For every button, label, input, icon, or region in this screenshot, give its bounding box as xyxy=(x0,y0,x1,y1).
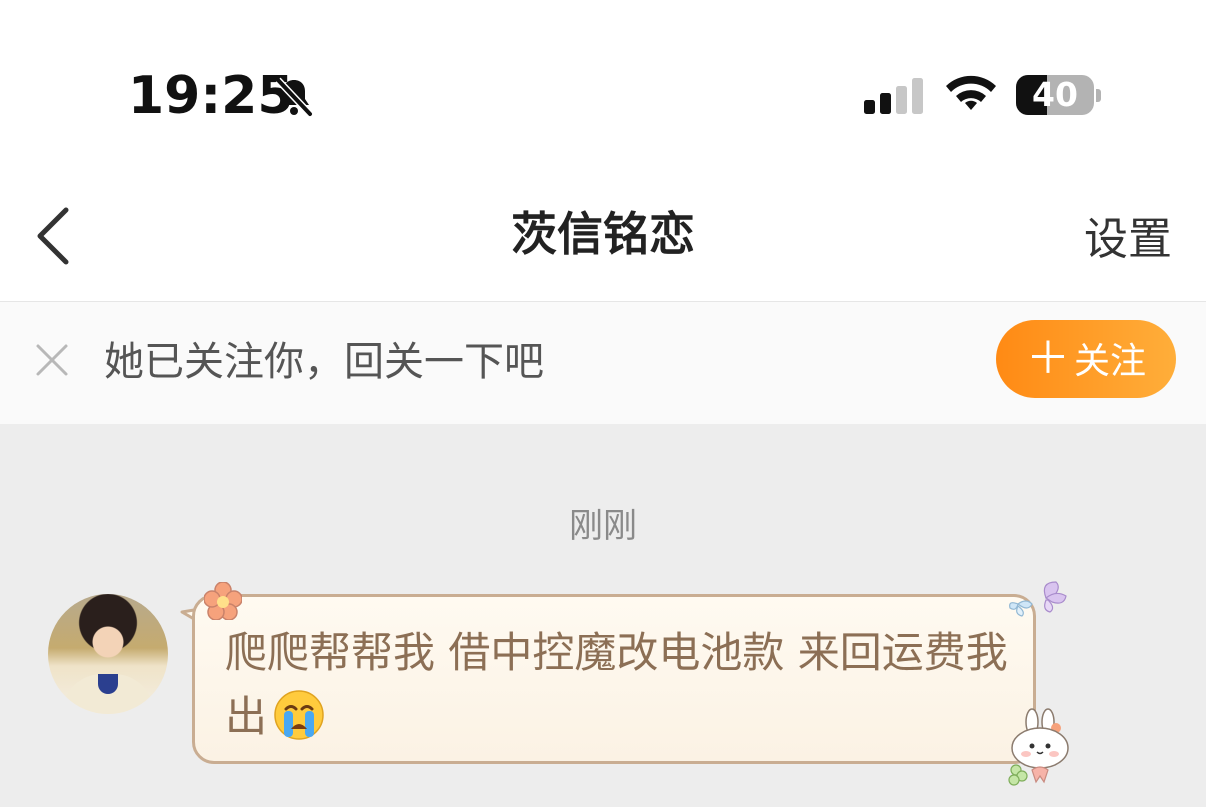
plus-icon: ＋ xyxy=(1025,333,1070,384)
close-icon[interactable] xyxy=(34,342,70,378)
follow-prompt-text: 她已关注你，回关一下吧 xyxy=(104,339,544,385)
chat-area[interactable]: 刚刚 爬爬帮帮我 借中控魔改电池款 来回运费我出 xyxy=(0,424,1206,807)
flower-sticker-icon xyxy=(204,582,242,620)
message-text: 爬爬帮帮我 借中控魔改电池款 来回运费我出 xyxy=(225,621,1015,749)
battery-icon: 40 xyxy=(1016,75,1102,117)
message-text-content: 爬爬帮帮我 借中控魔改电池款 来回运费我出 xyxy=(225,628,1008,741)
avatar[interactable] xyxy=(48,594,168,714)
follow-button-label: 关注 xyxy=(1073,341,1146,382)
message-timestamp: 刚刚 xyxy=(569,506,637,546)
follow-banner: 她已关注你，回关一下吧 ＋关注 xyxy=(0,302,1206,424)
follow-button[interactable]: ＋关注 xyxy=(996,320,1176,398)
page-title: 茨信铭恋 xyxy=(511,207,695,261)
battery-level: 40 xyxy=(1032,75,1078,114)
wifi-icon xyxy=(946,75,996,110)
butterfly-sticker-icon xyxy=(1009,581,1067,617)
status-time: 19:25 xyxy=(128,66,294,126)
bell-muted-icon xyxy=(275,77,313,117)
bunny-sticker-icon xyxy=(1008,708,1069,786)
status-bar: 19:25 40 xyxy=(0,0,1206,170)
crying-face-emoji-icon xyxy=(274,690,324,740)
settings-button[interactable]: 设置 xyxy=(1084,210,1172,270)
signal-icon xyxy=(864,78,923,114)
nav-bar: 茨信铭恋 设置 xyxy=(0,170,1206,302)
message-bubble[interactable]: 爬爬帮帮我 借中控魔改电池款 来回运费我出 xyxy=(192,594,1036,764)
